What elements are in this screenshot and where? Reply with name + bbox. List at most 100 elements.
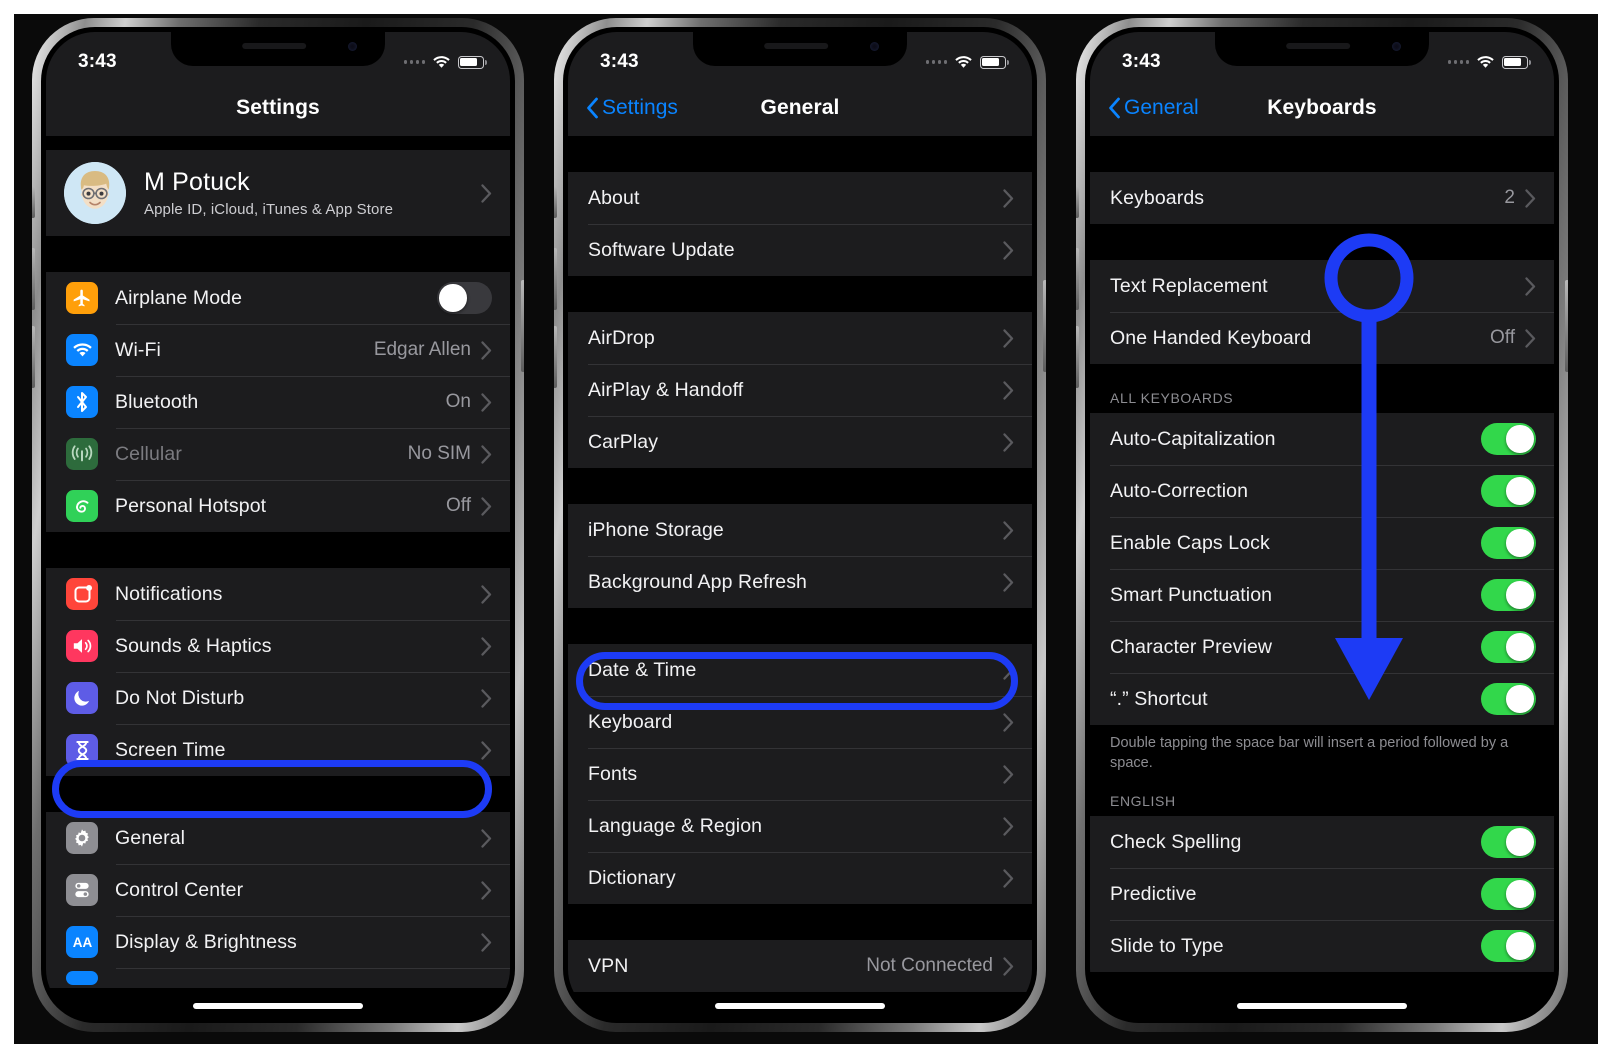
row-keyboard[interactable]: Keyboard — [568, 696, 1032, 748]
volume-up-button[interactable] — [32, 248, 35, 310]
volume-down-button[interactable] — [32, 326, 35, 388]
row-iphone-storage[interactable]: iPhone Storage — [568, 504, 1032, 556]
row-check-spelling[interactable]: Check Spelling — [1090, 816, 1554, 868]
chevron-right-icon — [1003, 240, 1014, 260]
row-airplay-handoff[interactable]: AirPlay & Handoff — [568, 364, 1032, 416]
general-group-b: AirDrop AirPlay & Handoff CarPlay — [568, 312, 1032, 468]
character-preview-toggle[interactable] — [1481, 631, 1536, 663]
period-shortcut-toggle[interactable] — [1481, 683, 1536, 715]
row-label: Auto-Capitalization — [1110, 427, 1276, 450]
mute-switch[interactable] — [32, 186, 35, 218]
chevron-right-icon — [481, 932, 492, 952]
row-control-center[interactable]: Control Center — [46, 864, 510, 916]
row-label: Cellular — [115, 442, 182, 465]
earpiece-speaker — [764, 43, 829, 49]
moon-icon — [66, 682, 98, 714]
row-bluetooth[interactable]: Bluetooth On — [46, 376, 510, 428]
airplane-mode-toggle[interactable] — [437, 282, 492, 314]
row-slide-to-type[interactable]: Slide to Type — [1090, 920, 1554, 972]
row-carplay[interactable]: CarPlay — [568, 416, 1032, 468]
check-spelling-toggle[interactable] — [1481, 826, 1536, 859]
row-label: Background App Refresh — [588, 570, 808, 593]
row-period-shortcut[interactable]: “.” Shortcut — [1090, 673, 1554, 725]
row-dictionary[interactable]: Dictionary — [568, 852, 1032, 904]
row-enable-caps-lock[interactable]: Enable Caps Lock — [1090, 517, 1554, 569]
row-fonts[interactable]: Fonts — [568, 748, 1032, 800]
general-group-a: About Software Update — [568, 172, 1032, 276]
row-text-replacement[interactable]: Text Replacement — [1090, 260, 1554, 312]
row-label: AirPlay & Handoff — [588, 378, 744, 401]
row-character-preview[interactable]: Character Preview — [1090, 621, 1554, 673]
smart-punctuation-toggle[interactable] — [1481, 579, 1536, 611]
power-button[interactable] — [1565, 280, 1568, 372]
power-button[interactable] — [521, 280, 524, 372]
row-background-app-refresh[interactable]: Background App Refresh — [568, 556, 1032, 608]
row-screen-time[interactable]: Screen Time — [46, 724, 510, 776]
slide-to-type-toggle[interactable] — [1481, 930, 1536, 963]
back-button-settings[interactable]: Settings — [586, 96, 678, 120]
earpiece-speaker — [1286, 43, 1351, 49]
row-vpn[interactable]: VPN Not Connected — [568, 940, 1032, 992]
auto-correction-toggle[interactable] — [1481, 475, 1536, 507]
row-label: One Handed Keyboard — [1110, 326, 1312, 349]
general-group-e: VPN Not Connected — [568, 940, 1032, 992]
row-date-time[interactable]: Date & Time — [568, 644, 1032, 696]
keyboards-scroll-view[interactable]: Keyboards 2 Text Replacement One Handed … — [1090, 136, 1554, 1018]
row-auto-correction[interactable]: Auto-Correction — [1090, 465, 1554, 517]
notch — [1215, 32, 1429, 66]
row-label: VPN — [588, 954, 629, 977]
row-language-region[interactable]: Language & Region — [568, 800, 1032, 852]
apple-id-row[interactable]: M Potuck Apple ID, iCloud, iTunes & App … — [46, 150, 510, 236]
settings-scroll-view[interactable]: M Potuck Apple ID, iCloud, iTunes & App … — [46, 136, 510, 1018]
row-notifications[interactable]: Notifications — [46, 568, 510, 620]
row-cellular[interactable]: Cellular No SIM — [46, 428, 510, 480]
row-about[interactable]: About — [568, 172, 1032, 224]
predictive-toggle[interactable] — [1481, 878, 1536, 911]
row-label: Language & Region — [588, 814, 763, 837]
row-keyboards[interactable]: Keyboards 2 — [1090, 172, 1554, 224]
wifi-icon — [433, 56, 450, 68]
row-airplane-mode[interactable]: Airplane Mode — [46, 272, 510, 324]
row-label: Date & Time — [588, 658, 697, 681]
general-scroll-view[interactable]: About Software Update AirDrop AirPlay & … — [568, 136, 1032, 1018]
chevron-right-icon — [1003, 432, 1014, 452]
volume-up-button[interactable] — [1076, 248, 1079, 310]
row-predictive[interactable]: Predictive — [1090, 868, 1554, 920]
row-personal-hotspot[interactable]: Personal Hotspot Off — [46, 480, 510, 532]
row-software-update[interactable]: Software Update — [568, 224, 1032, 276]
row-one-handed-keyboard[interactable]: One Handed Keyboard Off — [1090, 312, 1554, 364]
power-button[interactable] — [1043, 280, 1046, 372]
row-value: 2 — [1504, 187, 1515, 208]
phone-1-settings: 3:43 Settings M Potuck Apple ID, iCloud,… — [32, 18, 524, 1032]
row-value: Edgar Allen — [373, 339, 471, 360]
row-label: About — [588, 186, 640, 209]
row-sounds-haptics[interactable]: Sounds & Haptics — [46, 620, 510, 672]
auto-capitalization-toggle[interactable] — [1481, 423, 1536, 455]
row-smart-punctuation[interactable]: Smart Punctuation — [1090, 569, 1554, 621]
row-label: Keyboard — [588, 710, 673, 733]
back-button-general[interactable]: General — [1108, 96, 1199, 120]
mute-switch[interactable] — [1076, 186, 1079, 218]
row-value: Off — [446, 495, 471, 516]
volume-down-button[interactable] — [1076, 326, 1079, 388]
all-keyboards-group: Auto-Capitalization Auto-Correction Enab… — [1090, 413, 1554, 725]
row-general[interactable]: General — [46, 812, 510, 864]
bluetooth-icon — [66, 386, 98, 418]
nav-bar-general: Settings General — [568, 80, 1032, 136]
row-value: Off — [1490, 327, 1515, 348]
row-wallpaper-partial[interactable] — [46, 968, 510, 988]
volume-down-button[interactable] — [554, 326, 557, 388]
volume-up-button[interactable] — [554, 248, 557, 310]
chevron-right-icon — [1003, 188, 1014, 208]
row-wifi[interactable]: Wi-Fi Edgar Allen — [46, 324, 510, 376]
row-label: Auto-Correction — [1110, 479, 1249, 502]
row-airdrop[interactable]: AirDrop — [568, 312, 1032, 364]
row-auto-capitalization[interactable]: Auto-Capitalization — [1090, 413, 1554, 465]
chevron-right-icon — [1003, 956, 1014, 976]
row-label: Display & Brightness — [115, 930, 297, 953]
mute-switch[interactable] — [554, 186, 557, 218]
row-display-brightness[interactable]: AA Display & Brightness — [46, 916, 510, 968]
account-group: M Potuck Apple ID, iCloud, iTunes & App … — [46, 150, 510, 236]
row-do-not-disturb[interactable]: Do Not Disturb — [46, 672, 510, 724]
enable-caps-lock-toggle[interactable] — [1481, 527, 1536, 559]
